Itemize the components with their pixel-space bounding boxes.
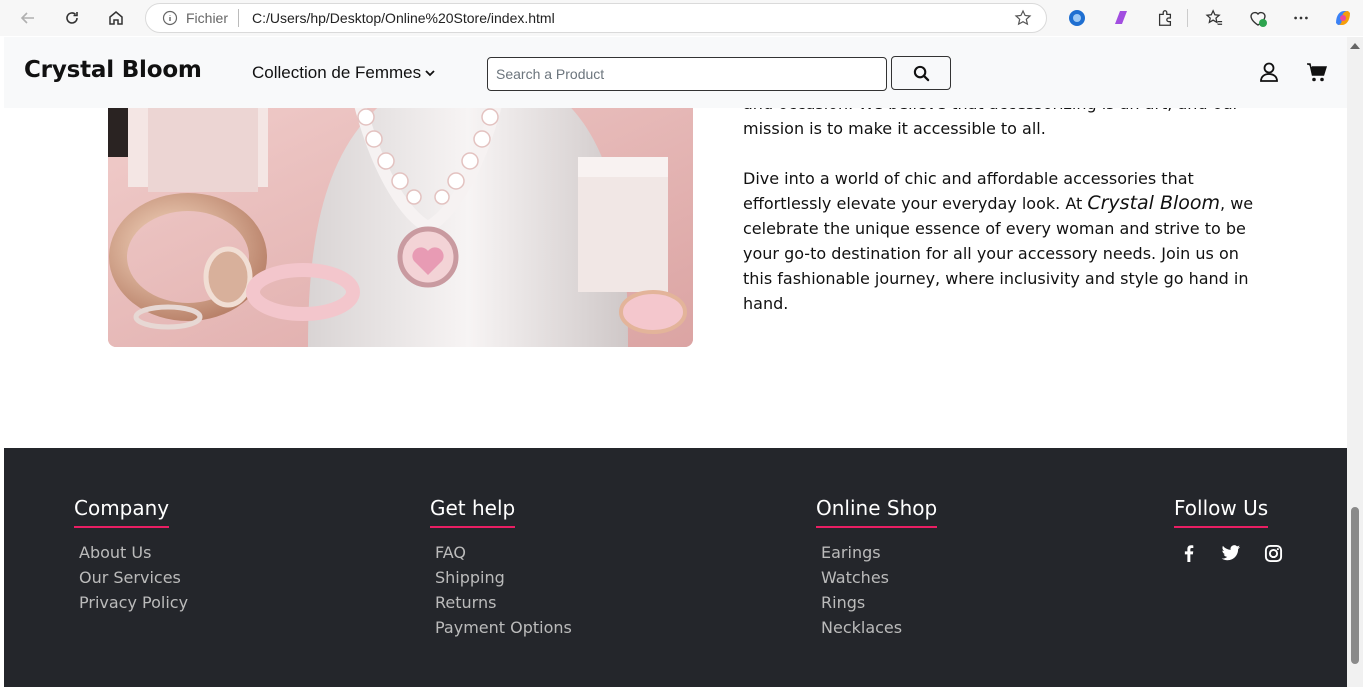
footer-heading: Get help bbox=[430, 496, 516, 528]
home-icon[interactable] bbox=[105, 7, 127, 29]
about-jewelry-image bbox=[108, 77, 693, 347]
address-scheme: Fichier bbox=[186, 10, 229, 26]
collection-dropdown[interactable]: Collection de Femmes bbox=[252, 63, 435, 83]
info-icon[interactable] bbox=[162, 10, 178, 26]
footer-link-earings[interactable]: Earings bbox=[821, 540, 937, 565]
extension-icon[interactable] bbox=[1110, 7, 1132, 29]
refresh-icon[interactable] bbox=[61, 7, 83, 29]
footer-link-faq[interactable]: FAQ bbox=[435, 540, 572, 565]
social-links bbox=[1174, 542, 1284, 564]
address-bar[interactable]: Fichier C:/Users/hp/Desktop/Online%20Sto… bbox=[145, 3, 1047, 33]
footer-link-payment-options[interactable]: Payment Options bbox=[435, 615, 572, 640]
footer-follow-column: Follow Us bbox=[1174, 496, 1284, 564]
user-icon[interactable] bbox=[1258, 61, 1280, 83]
toolbar-divider bbox=[1187, 9, 1188, 27]
footer-shop-column: Online Shop Earings Watches Rings Neckla… bbox=[816, 496, 938, 640]
browser-essentials-icon[interactable] bbox=[1247, 7, 1269, 29]
puzzle-icon[interactable] bbox=[1154, 7, 1176, 29]
footer-help-column: Get help FAQ Shipping Returns Payment Op… bbox=[430, 496, 572, 640]
footer-company-column: Company About Us Our Services Privacy Po… bbox=[74, 496, 188, 615]
site-header: Crystal Bloom Collection de Femmes bbox=[4, 37, 1347, 108]
address-separator bbox=[238, 9, 239, 27]
instagram-icon[interactable] bbox=[1262, 542, 1284, 564]
footer-link-privacy-policy[interactable]: Privacy Policy bbox=[79, 590, 188, 615]
footer-heading: Online Shop bbox=[816, 496, 938, 528]
scrollbar-thumb[interactable] bbox=[1351, 507, 1359, 664]
collection-label: Collection de Femmes bbox=[252, 63, 422, 82]
more-options-icon[interactable] bbox=[1290, 7, 1312, 29]
footer-link-watches[interactable]: Watches bbox=[821, 565, 937, 590]
search-icon bbox=[913, 65, 929, 81]
back-arrow-icon[interactable] bbox=[17, 7, 39, 29]
facebook-icon[interactable] bbox=[1178, 542, 1200, 564]
footer-link-rings[interactable]: Rings bbox=[821, 590, 937, 615]
footer-heading: Follow Us bbox=[1174, 496, 1269, 528]
favorites-icon[interactable] bbox=[1203, 7, 1225, 29]
browser-toolbar: Fichier C:/Users/hp/Desktop/Online%20Sto… bbox=[0, 0, 1363, 36]
about-text: and occasion. We believe that accessoriz… bbox=[743, 91, 1263, 341]
cart-icon[interactable] bbox=[1306, 61, 1328, 83]
scroll-up-arrow-icon[interactable] bbox=[1350, 43, 1360, 49]
search-button[interactable] bbox=[891, 56, 951, 90]
search-input[interactable] bbox=[487, 57, 887, 91]
address-url[interactable]: C:/Users/hp/Desktop/Online%20Store/index… bbox=[252, 10, 555, 26]
brand-name-inline: Crystal Bloom bbox=[1087, 192, 1221, 214]
footer-heading: Company bbox=[74, 496, 170, 528]
favorite-star-icon[interactable] bbox=[1014, 9, 1032, 27]
chevron-down-icon bbox=[425, 70, 435, 77]
twitter-icon[interactable] bbox=[1220, 542, 1242, 564]
vertical-scrollbar[interactable] bbox=[1347, 37, 1363, 687]
footer-link-about-us[interactable]: About Us bbox=[79, 540, 188, 565]
about-paragraph: Dive into a world of chic and affordable… bbox=[743, 166, 1263, 316]
footer-link-necklaces[interactable]: Necklaces bbox=[821, 615, 937, 640]
footer-link-returns[interactable]: Returns bbox=[435, 590, 572, 615]
footer-link-shipping[interactable]: Shipping bbox=[435, 565, 572, 590]
copilot-icon[interactable] bbox=[1332, 7, 1354, 29]
footer-link-our-services[interactable]: Our Services bbox=[79, 565, 188, 590]
extension-icon[interactable] bbox=[1066, 7, 1088, 29]
site-footer: Company About Us Our Services Privacy Po… bbox=[4, 448, 1347, 687]
site-logo[interactable]: Crystal Bloom bbox=[24, 57, 202, 83]
page-viewport: Crystal Bloom Collection de Femmes Searc… bbox=[4, 37, 1347, 687]
